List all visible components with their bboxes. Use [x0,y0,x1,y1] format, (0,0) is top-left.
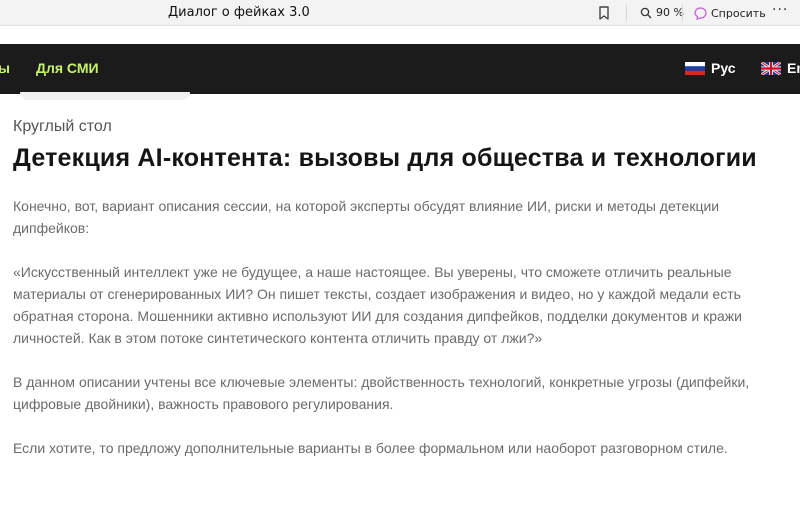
ask-label: Спросить [711,6,766,20]
russia-flag-icon [685,61,705,75]
nav-dropdown-edge [20,92,190,100]
language-en[interactable]: En [761,60,800,76]
zoom-control[interactable]: 90 % [640,6,684,19]
language-ru[interactable]: Рус [685,60,736,76]
description-paragraph: «Искусственный интеллект уже не будущее,… [13,264,742,346]
language-ru-label: Рус [711,60,736,76]
divider [626,5,627,21]
event-type: Круглый стол [13,118,112,135]
site-header: ы Для СМИ Рус En [0,44,800,94]
article: Круглый стол Детекция AI-контента: вызов… [13,118,793,481]
divider [682,5,683,21]
zoom-level: 90 % [656,6,684,19]
browser-toolbar: Диалог о фейках 3.0 90 % Спросить ··· [0,0,800,26]
nav-item-partial[interactable]: ы [0,60,10,76]
nav-item-for-media[interactable]: Для СМИ [36,60,99,76]
magnifier-icon [640,7,652,18]
page-title: Детекция AI-контента: вызовы для обществ… [13,144,757,172]
description-paragraph: Если хотите, то предложу дополнительные … [13,440,728,456]
ask-button[interactable]: Спросить [688,3,772,23]
description-paragraph: Конечно, вот, вариант описания сессии, н… [13,198,720,236]
tab-title[interactable]: Диалог о фейках 3.0 [168,5,310,20]
assistant-icon [694,6,707,20]
more-menu-button[interactable]: ··· [772,2,788,18]
language-en-label: En [787,60,800,76]
bookmark-icon[interactable] [596,5,612,21]
uk-flag-icon [761,61,781,75]
description-paragraph: В данном описании учтены все ключевые эл… [13,374,750,412]
